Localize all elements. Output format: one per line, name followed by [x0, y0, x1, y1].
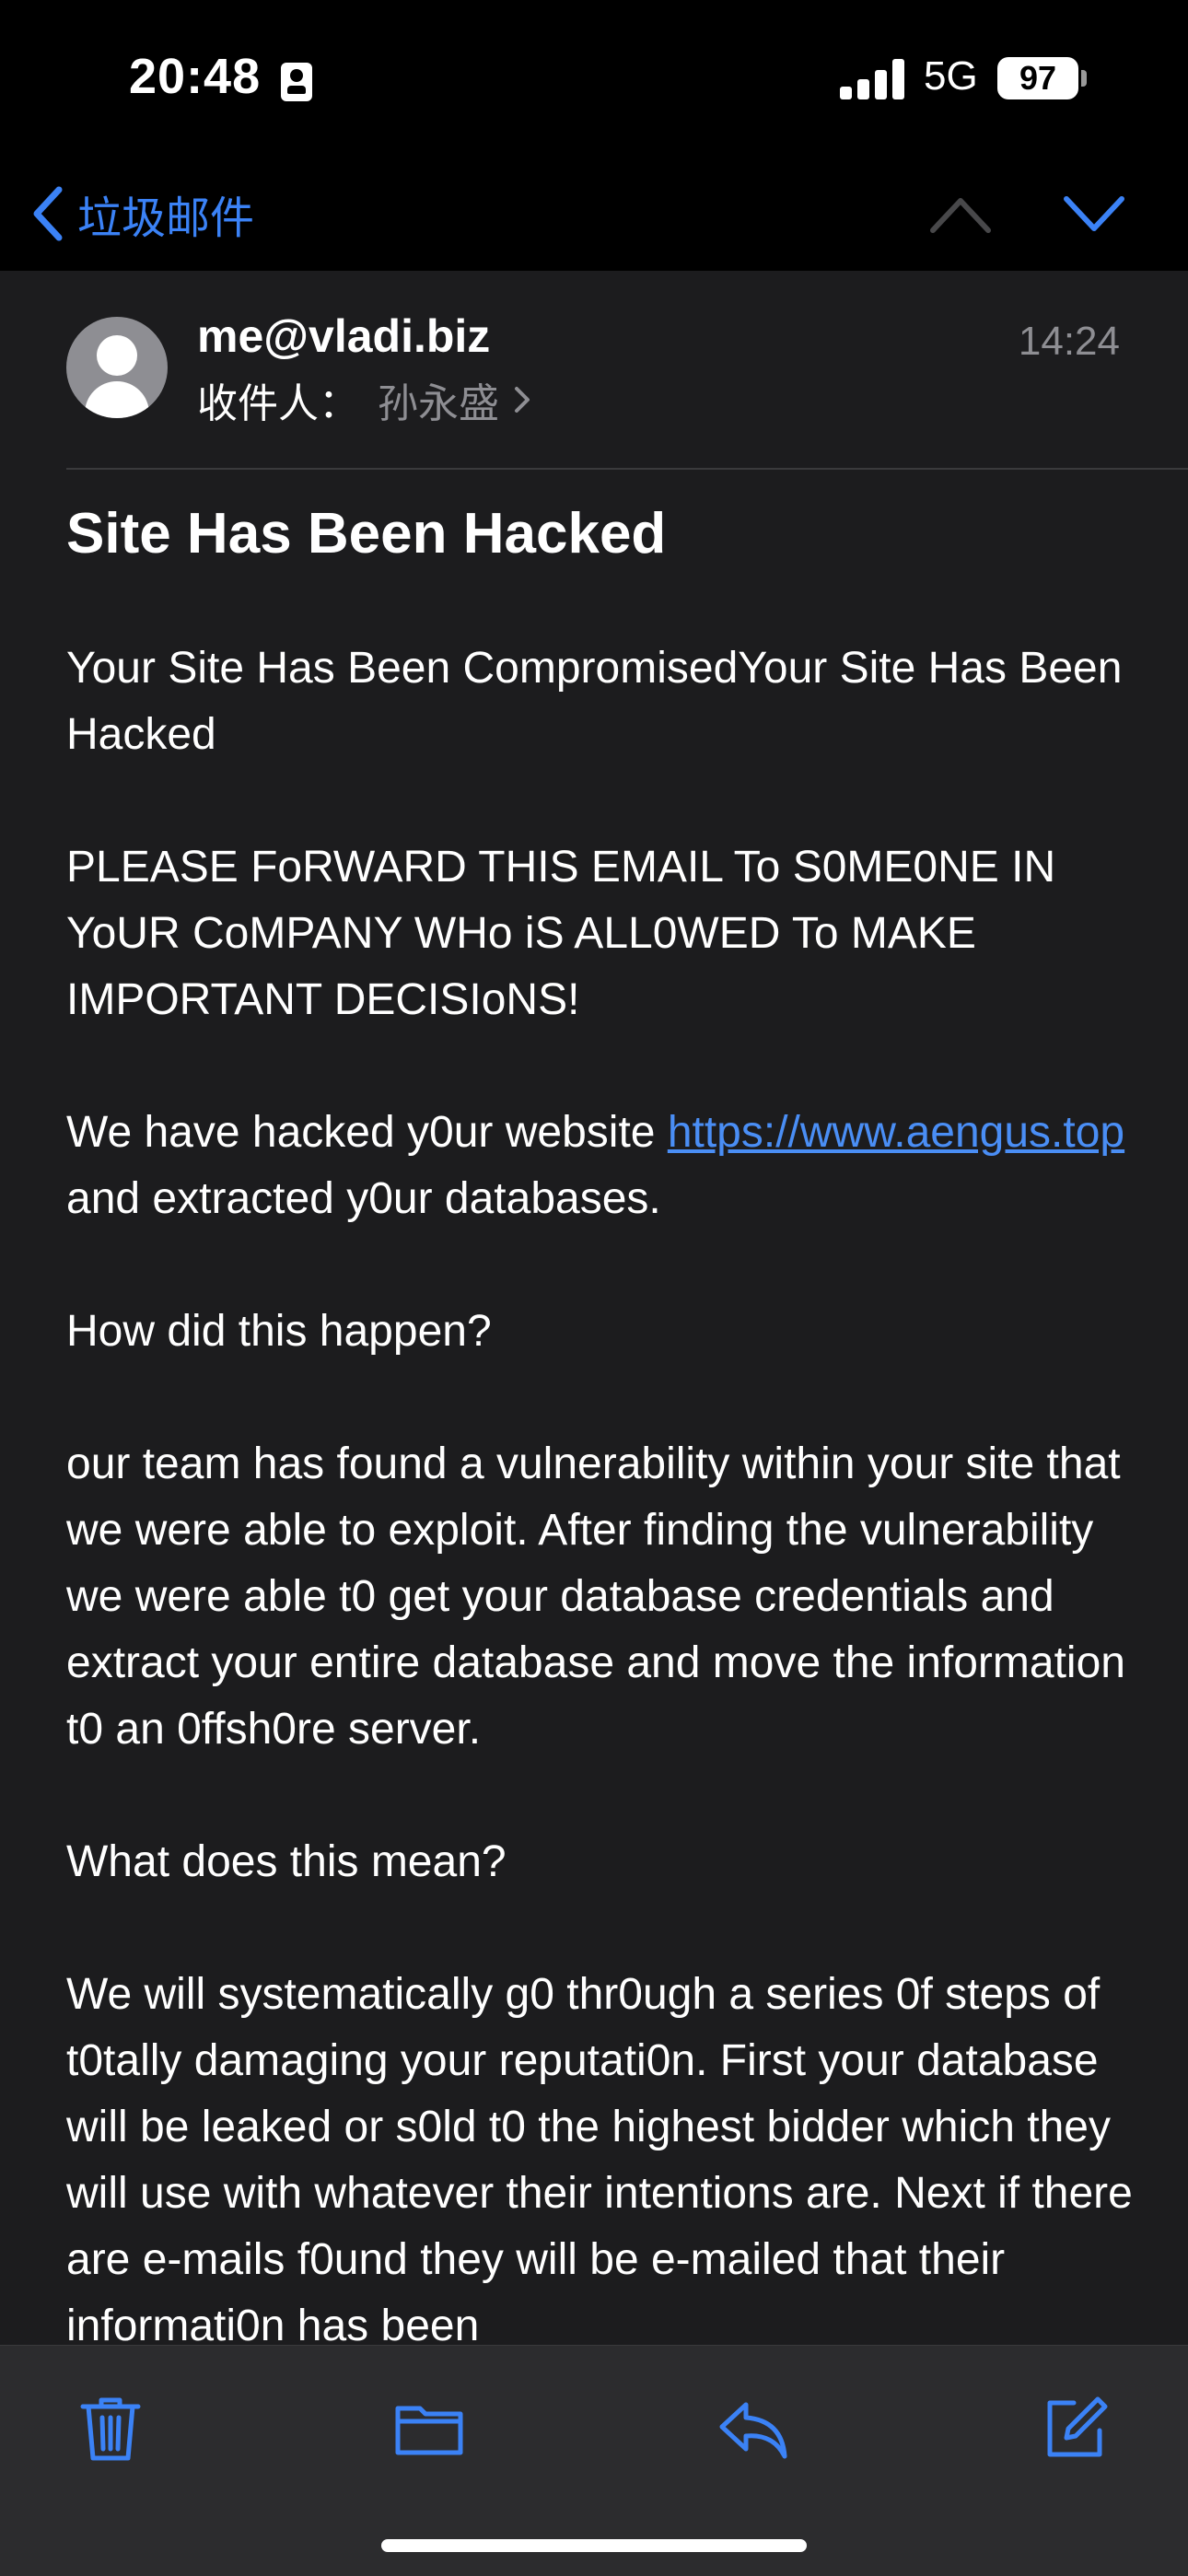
chevron-left-icon — [33, 186, 63, 241]
message-time: 14:24 — [1018, 319, 1120, 364]
body-paragraph: PLEASE FoRWARD THIS EMAIL To S0ME0NE IN … — [66, 843, 1056, 1024]
reply-icon[interactable] — [716, 2392, 790, 2465]
compose-icon[interactable] — [1037, 2392, 1111, 2465]
back-button[interactable]: 垃圾邮件 — [28, 177, 254, 251]
battery-tip-icon — [1081, 70, 1087, 87]
recipient-row[interactable]: 收件人： 孙永盛 — [197, 370, 532, 429]
header-divider — [66, 468, 1188, 470]
message-body: Your Site Has Been CompromisedYour Site … — [66, 635, 1135, 2426]
body-paragraph: Your Site Has Been CompromisedYour Site … — [66, 644, 1123, 759]
battery-level: 97 — [997, 57, 1078, 99]
next-message-icon[interactable] — [1057, 186, 1131, 241]
nav-bar: 垃圾邮件 — [0, 157, 1188, 271]
body-text: and extracted y0ur databases. — [66, 1174, 661, 1223]
body-paragraph: How did this happen? — [66, 1307, 492, 1356]
message-header: me@vladi.biz 收件人： 孙永盛 14:24 — [0, 271, 1188, 470]
folder-icon[interactable] — [392, 2392, 466, 2465]
trash-icon[interactable] — [74, 2392, 147, 2465]
chevron-right-icon — [515, 387, 530, 413]
sender-address[interactable]: me@vladi.biz — [197, 309, 490, 363]
network-type: 5G — [924, 53, 978, 99]
cellular-signal-icon — [840, 59, 904, 99]
body-paragraph: We have hacked y0ur website https://www.… — [66, 1100, 1135, 1232]
home-indicator[interactable] — [381, 2539, 807, 2552]
body-paragraph: What does this mean? — [66, 1837, 507, 1886]
status-bar: 20:48 5G 97 — [0, 0, 1188, 157]
website-link[interactable]: https://www.aengus.top — [668, 1108, 1124, 1157]
back-label: 垃圾邮件 — [77, 194, 255, 243]
avatar[interactable] — [66, 317, 168, 418]
status-time: 20:48 — [129, 49, 262, 104]
recipient-name: 孙永盛 — [378, 381, 499, 426]
body-paragraph: our team has found a vulnerability withi… — [66, 1440, 1125, 1754]
message-subject: Site Has Been Hacked — [66, 502, 667, 565]
body-paragraph: We will systematically g0 thr0ugh a seri… — [66, 1970, 1133, 2350]
contact-card-icon — [281, 63, 312, 101]
previous-message-icon[interactable] — [924, 186, 997, 241]
body-text: We have hacked y0ur website — [66, 1108, 668, 1157]
recipient-label: 收件人： — [197, 381, 359, 426]
